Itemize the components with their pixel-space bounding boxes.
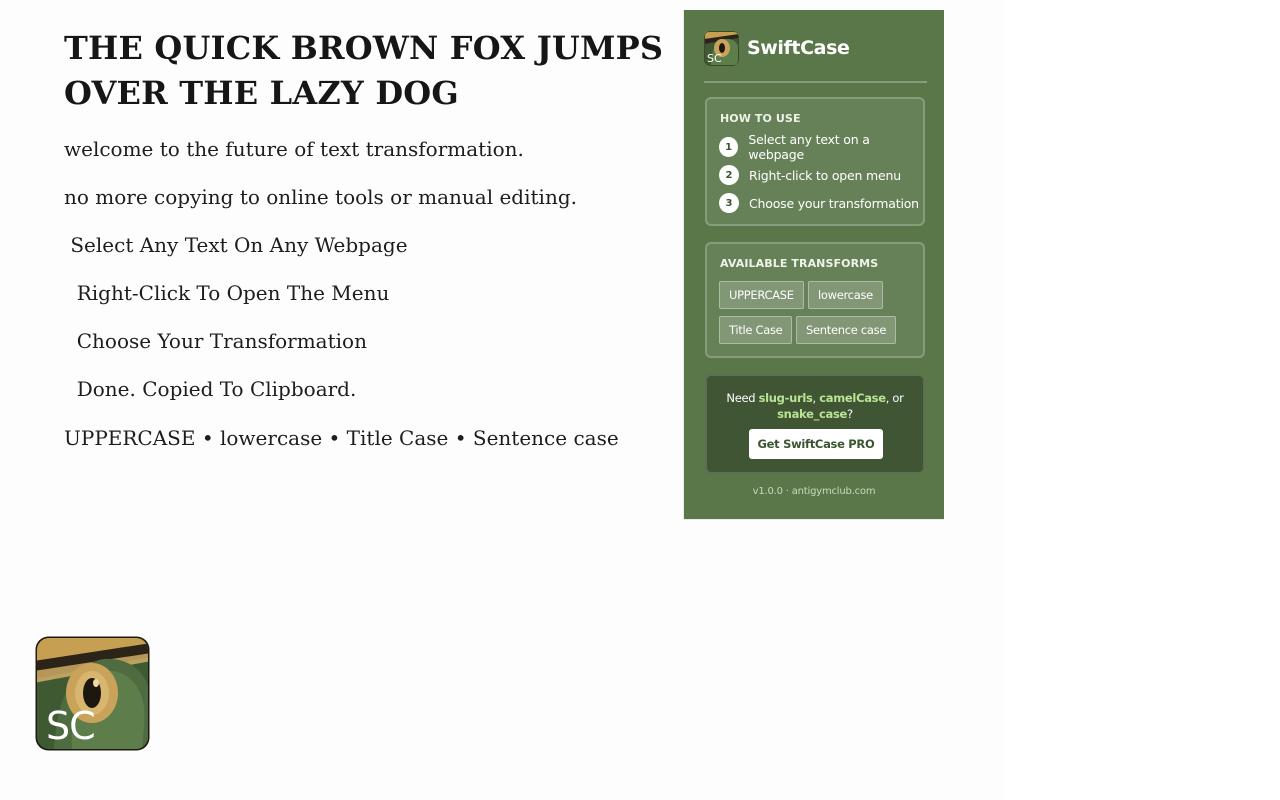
transform-chip-title-case[interactable]: Title Case — [719, 316, 793, 344]
swiftcase-logo-icon: SC — [34, 635, 151, 752]
swiftcase-logo-icon: SC — [704, 31, 739, 66]
step-label: Select any text on a webpage — [748, 132, 870, 162]
available-transforms-card: AVAILABLE TRANSFORMS UPPERCASE lowercase… — [705, 242, 925, 358]
step-item: 2 Right-click to open menu — [719, 164, 901, 186]
svg-text:SC: SC — [707, 52, 722, 65]
how-to-use-title: HOW TO USE — [720, 112, 801, 125]
headline-line-2: OVER THE LAZY DOG — [64, 74, 459, 112]
step-item: 3 Choose your transformation — [719, 192, 919, 214]
footer-separator: · — [782, 486, 792, 497]
demo-line-select: Select Any Text On Any Webpage — [64, 233, 408, 257]
pro-text-separator: , or — [885, 391, 904, 405]
transform-chip-uppercase[interactable]: UPPERCASE — [719, 281, 804, 309]
popup-brand-title: SwiftCase — [747, 37, 850, 59]
transform-chip-lowercase[interactable]: lowercase — [808, 281, 883, 309]
headline-line-1: THE QUICK BROWN FOX JUMPS — [64, 29, 664, 67]
step-number-badge: 1 — [719, 137, 739, 157]
pro-highlight-slug-urls: slug-urls — [758, 391, 813, 405]
demo-line-done: Done. Copied To Clipboard. — [64, 377, 357, 401]
transform-chip-sentence-case[interactable]: Sentence case — [796, 316, 897, 344]
step-number-badge: 2 — [719, 165, 739, 185]
pro-upsell-text: Need slug-urls, camelCase, or snake_case… — [707, 390, 923, 422]
available-transforms-title: AVAILABLE TRANSFORMS — [720, 257, 879, 270]
pro-highlight-snake-case: snake_case — [777, 407, 848, 421]
demo-line-no-copying: no more copying to online tools or manua… — [64, 185, 577, 209]
demo-line-choose: Choose Your Transformation — [64, 329, 367, 353]
demo-line-welcome: welcome to the future of text transforma… — [64, 137, 524, 161]
pro-text-prefix: Need — [726, 391, 759, 405]
demo-headline: THE QUICK BROWN FOX JUMPS OVER THE LAZY … — [64, 26, 664, 116]
swiftcase-popup: SC SwiftCase HOW TO USE 1 Select any tex… — [684, 10, 944, 519]
how-to-use-card: HOW TO USE 1 Select any text on a webpag… — [705, 97, 925, 226]
demo-line-transforms: UPPERCASE • lowercase • Title Case • Sen… — [64, 426, 619, 450]
get-pro-button[interactable]: Get SwiftCase PRO — [749, 429, 883, 459]
version-label: v1.0.0 — [752, 486, 783, 497]
popup-footer: v1.0.0 · antigymclub.com — [684, 486, 944, 497]
demo-line-right-click: Right-Click To Open The Menu — [64, 281, 390, 305]
pro-highlight-camelcase: camelCase — [819, 391, 886, 405]
popup-header: SC SwiftCase — [704, 31, 927, 83]
site-link[interactable]: antigymclub.com — [792, 486, 876, 497]
step-number-badge: 3 — [719, 193, 739, 213]
step-label: Right-click to open menu — [749, 167, 901, 183]
step-label: Choose your transformation — [749, 195, 919, 211]
pro-text-suffix: ? — [847, 407, 853, 421]
step-item: 1 Select any text on a webpage — [719, 132, 923, 162]
pro-upsell-card: Need slug-urls, camelCase, or snake_case… — [705, 374, 925, 474]
svg-text:SC: SC — [46, 704, 95, 748]
